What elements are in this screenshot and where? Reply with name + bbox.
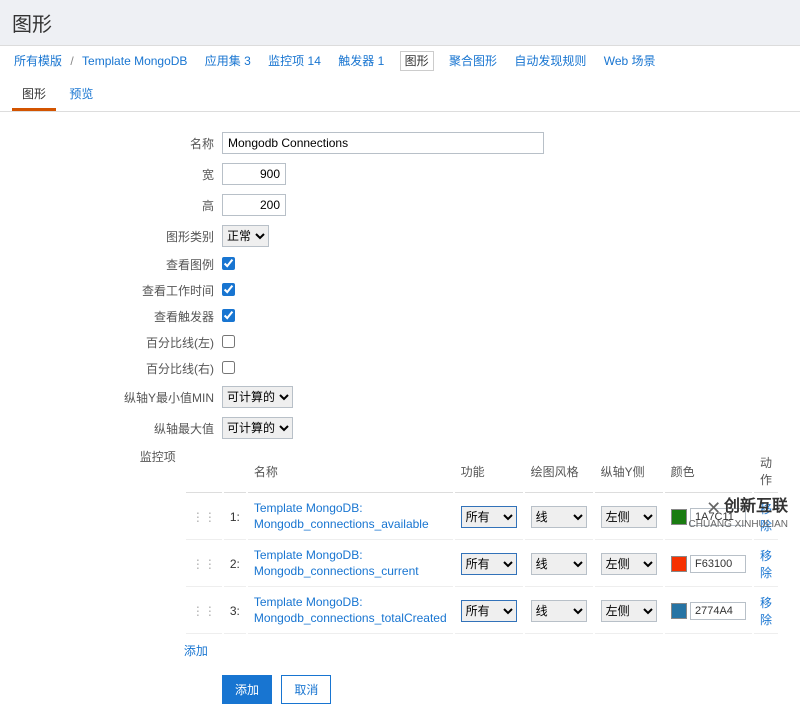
ymin-select[interactable]: 可计算的: [222, 386, 293, 408]
ymax-select[interactable]: 可计算的: [222, 417, 293, 439]
color-code-input[interactable]: 2774A4: [690, 602, 746, 620]
label-worktime: 查看工作时间: [0, 282, 222, 299]
color-swatch[interactable]: [671, 509, 687, 525]
crumb-screens[interactable]: 聚合图形: [449, 54, 497, 68]
tab-graph[interactable]: 图形: [12, 79, 56, 111]
right-pct-checkbox[interactable]: [222, 361, 235, 374]
form-buttons: 添加 取消: [222, 675, 780, 704]
tabs: 图形 预览: [0, 75, 800, 112]
label-left-pct: 百分比线(左): [0, 334, 222, 351]
delete-row-link[interactable]: 移除: [760, 596, 772, 627]
drag-handle-icon[interactable]: ⋮⋮: [186, 542, 222, 587]
drawstyle-select[interactable]: 线: [531, 553, 587, 575]
label-view-triggers: 查看触发器: [0, 308, 222, 325]
add-item-link[interactable]: 添加: [184, 642, 208, 659]
row-number: 3:: [224, 589, 246, 634]
add-button[interactable]: 添加: [222, 675, 272, 704]
yside-select[interactable]: 左侧: [601, 506, 657, 528]
yside-select[interactable]: 左侧: [601, 600, 657, 622]
function-select[interactable]: 所有: [461, 600, 517, 622]
breadcrumb: 所有模版 / Template MongoDB 应用集 3 监控项 14 触发器…: [0, 46, 800, 75]
color-code-input[interactable]: F63100: [690, 555, 746, 573]
tab-preview[interactable]: 预览: [59, 79, 103, 108]
crumb-applications[interactable]: 应用集 3: [205, 54, 251, 68]
item-link[interactable]: Template MongoDB:Mongodb_connections_cur…: [248, 542, 453, 587]
yside-select[interactable]: 左侧: [601, 553, 657, 575]
item-link[interactable]: Template MongoDB:Mongodb_connections_ava…: [248, 495, 453, 540]
legend-checkbox[interactable]: [222, 257, 235, 270]
page-title: 图形: [12, 8, 788, 37]
crumb-web[interactable]: Web 场景: [604, 54, 656, 68]
label-ymax: 纵轴最大值: [0, 420, 222, 437]
worktime-checkbox[interactable]: [222, 283, 235, 296]
item-link[interactable]: Template MongoDB:Mongodb_connections_tot…: [248, 589, 453, 634]
col-func: 功能: [455, 450, 523, 493]
label-ymin: 纵轴Y最小值MIN: [0, 389, 222, 406]
col-style: 绘图风格: [525, 450, 593, 493]
label-items: 监控项: [0, 448, 184, 465]
col-color: 颜色: [665, 450, 752, 493]
triggers-checkbox[interactable]: [222, 309, 235, 322]
crumb-graphs-current: 图形: [400, 51, 434, 71]
function-select[interactable]: 所有: [461, 553, 517, 575]
crumb-all-templates[interactable]: 所有模版: [14, 54, 62, 68]
table-row: ⋮⋮3:Template MongoDB:Mongodb_connections…: [186, 589, 778, 634]
col-action: 动作: [754, 450, 778, 493]
type-select[interactable]: 正常: [222, 225, 269, 247]
crumb-discovery[interactable]: 自动发现规则: [514, 54, 586, 68]
color-swatch[interactable]: [671, 556, 687, 572]
row-number: 1:: [224, 495, 246, 540]
label-height: 高: [0, 197, 222, 214]
table-row: ⋮⋮2:Template MongoDB:Mongodb_connections…: [186, 542, 778, 587]
col-yside: 纵轴Y侧: [595, 450, 663, 493]
row-number: 2:: [224, 542, 246, 587]
label-name: 名称: [0, 135, 222, 152]
col-name: 名称: [248, 450, 453, 493]
cancel-button[interactable]: 取消: [281, 675, 331, 704]
left-pct-checkbox[interactable]: [222, 335, 235, 348]
crumb-items[interactable]: 监控项 14: [268, 54, 321, 68]
label-width: 宽: [0, 166, 222, 183]
height-input[interactable]: [222, 194, 286, 216]
drawstyle-select[interactable]: 线: [531, 506, 587, 528]
graph-form: 名称 宽 高 图形类别 正常 查看图例 查看工作时间 查看触发器 百分比线(左)…: [0, 112, 800, 724]
drag-handle-icon[interactable]: ⋮⋮: [186, 589, 222, 634]
name-input[interactable]: [222, 132, 544, 154]
page-header: 图形: [0, 0, 800, 46]
label-legend: 查看图例: [0, 256, 222, 273]
label-right-pct: 百分比线(右): [0, 360, 222, 377]
brand-logo: ✕ 创新互联 CHUANG XINHULIAN: [689, 492, 788, 530]
separator: /: [70, 54, 73, 68]
crumb-template[interactable]: Template MongoDB: [82, 54, 187, 68]
drag-handle-icon[interactable]: ⋮⋮: [186, 495, 222, 540]
label-type: 图形类别: [0, 228, 222, 245]
color-swatch[interactable]: [671, 603, 687, 619]
width-input[interactable]: [222, 163, 286, 185]
delete-row-link[interactable]: 移除: [760, 549, 772, 580]
drawstyle-select[interactable]: 线: [531, 600, 587, 622]
function-select[interactable]: 所有: [461, 506, 517, 528]
crumb-triggers[interactable]: 触发器 1: [338, 54, 384, 68]
items-table: 名称 功能 绘图风格 纵轴Y侧 颜色 动作 ⋮⋮1:Template Mongo…: [184, 448, 780, 636]
